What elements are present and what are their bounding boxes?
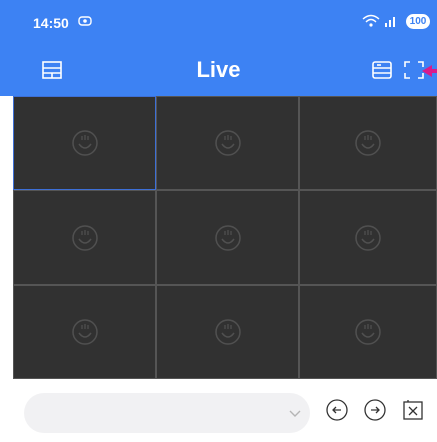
battery-icon: 100 xyxy=(406,14,430,29)
app-bar: Live xyxy=(0,44,437,96)
pointer-arrow-icon xyxy=(422,64,437,82)
video-cell[interactable] xyxy=(299,190,437,285)
video-cell[interactable] xyxy=(156,285,299,379)
video-cell[interactable] xyxy=(299,96,437,190)
video-cell[interactable] xyxy=(13,190,156,285)
screen-record-icon xyxy=(78,14,92,33)
record-list-icon[interactable] xyxy=(370,58,394,82)
camera-placeholder-icon xyxy=(214,224,241,251)
next-icon[interactable] xyxy=(364,399,386,421)
previous-icon[interactable] xyxy=(326,399,348,421)
camera-placeholder-icon xyxy=(355,319,381,345)
camera-placeholder-icon xyxy=(355,224,381,251)
camera-placeholder-icon xyxy=(355,130,381,156)
camera-placeholder-icon xyxy=(71,319,98,345)
camera-placeholder-icon xyxy=(214,319,241,345)
video-cell[interactable] xyxy=(13,96,156,190)
signal-icon xyxy=(383,14,401,33)
camera-placeholder-icon xyxy=(71,224,98,251)
bottom-toolbar xyxy=(0,379,437,442)
status-bar: 14:50 100 xyxy=(0,0,437,44)
chevron-down-icon[interactable] xyxy=(288,406,302,424)
video-grid xyxy=(13,96,437,379)
camera-placeholder-icon xyxy=(214,130,241,156)
close-all-icon[interactable] xyxy=(402,399,424,421)
status-time: 14:50 xyxy=(33,15,69,31)
video-cell[interactable] xyxy=(13,285,156,379)
video-cell[interactable] xyxy=(156,96,299,190)
video-cell[interactable] xyxy=(299,285,437,379)
wifi-icon xyxy=(362,14,380,33)
app-header: 14:50 100 Live xyxy=(0,0,437,96)
video-cell[interactable] xyxy=(156,190,299,285)
camera-placeholder-icon xyxy=(71,130,98,156)
channel-dropdown[interactable] xyxy=(24,393,310,433)
